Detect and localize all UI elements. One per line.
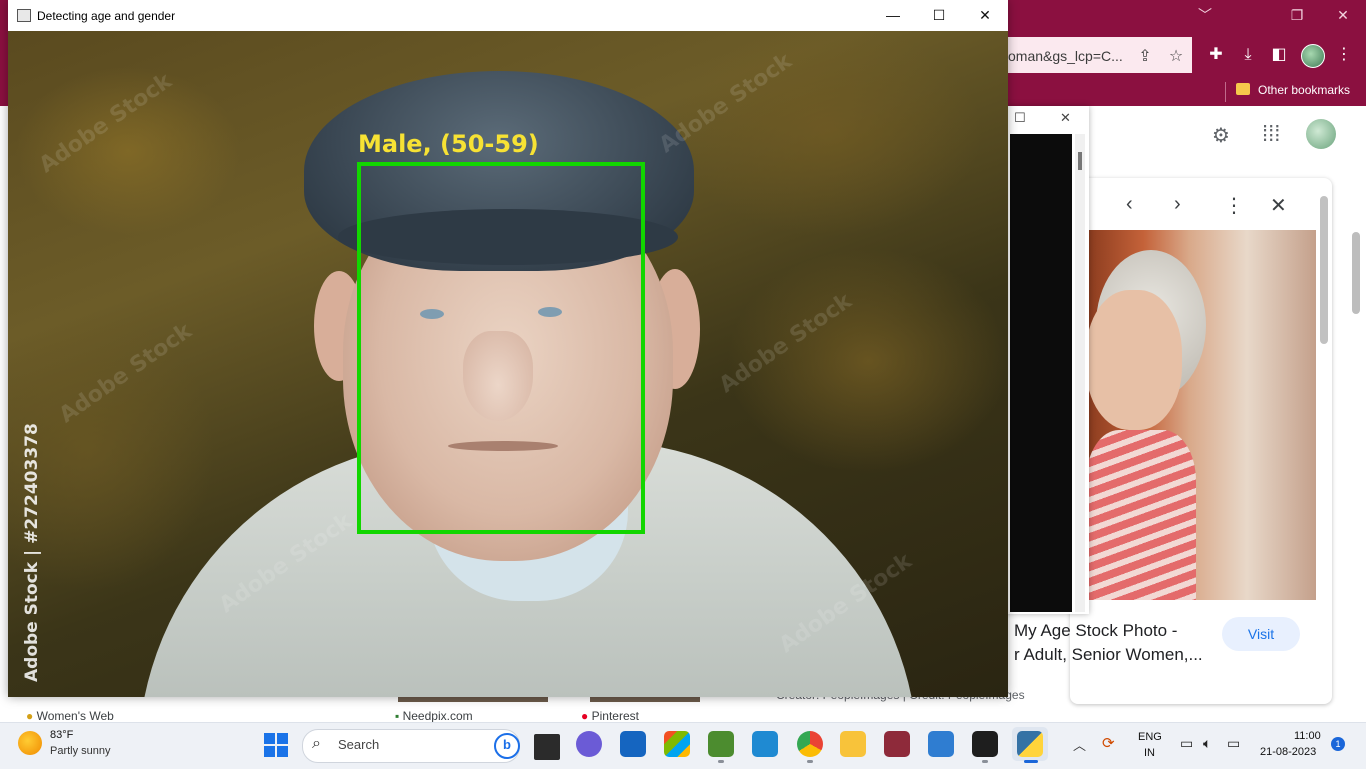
- winrar-icon[interactable]: [884, 731, 910, 757]
- teams-chat-icon[interactable]: [576, 731, 602, 757]
- result-source-label: Needpix.com: [402, 709, 473, 723]
- chrome-minimize-button[interactable]: ﹀: [1182, 0, 1228, 30]
- network-icon[interactable]: ▭: [1180, 735, 1193, 752]
- preview-image[interactable]: [1086, 230, 1316, 600]
- minimize-button[interactable]: —: [870, 0, 916, 31]
- pinterest-icon: ●: [581, 709, 592, 723]
- watermark: Adobe Stock: [54, 318, 197, 429]
- battery-icon[interactable]: ▭: [1227, 735, 1240, 752]
- chrome-restore-button[interactable]: ❐: [1274, 0, 1320, 30]
- result-source-womens-web[interactable]: ● Women's Web: [26, 709, 114, 723]
- google-account-avatar[interactable]: [1306, 119, 1336, 149]
- window-app-icon: [17, 9, 31, 22]
- vscode-icon[interactable]: [752, 731, 778, 757]
- console-output: [1010, 134, 1072, 612]
- task-manager-icon[interactable]: [708, 731, 734, 757]
- preview-title[interactable]: My Age Stock Photo - r Adult, Senior Wom…: [1014, 619, 1203, 667]
- preview-title-line1: My Age Stock Photo -: [1014, 621, 1178, 640]
- profile-avatar[interactable]: [1301, 44, 1325, 68]
- running-indicator: [718, 760, 724, 763]
- active-indicator: [1024, 760, 1038, 763]
- sync-icon[interactable]: ⟳: [1102, 734, 1115, 752]
- task-view-icon[interactable]: [531, 731, 563, 763]
- stock-id-watermark: Adobe Stock | #272403378: [22, 423, 42, 682]
- page-scrollbar-thumb[interactable]: [1352, 232, 1360, 314]
- clock-time[interactable]: 11:00: [1294, 730, 1321, 742]
- input-region[interactable]: IN: [1144, 747, 1155, 759]
- settings-gear-icon[interactable]: ⚙: [1212, 123, 1230, 148]
- share-icon[interactable]: ⇪: [1134, 46, 1156, 68]
- console-scrollbar[interactable]: [1075, 134, 1085, 612]
- taskbar-search[interactable]: [302, 729, 520, 763]
- weather-temperature[interactable]: 83°F: [50, 729, 73, 741]
- preview-title-line2: r Adult, Senior Women,...: [1014, 645, 1203, 664]
- result-source-label: Pinterest: [591, 709, 639, 723]
- address-bar-text: oman&gs_lcp=C...: [1008, 48, 1123, 64]
- chevron-left-icon[interactable]: ‹: [1126, 193, 1133, 216]
- extensions-icon[interactable]: ✚: [1205, 44, 1227, 66]
- running-indicator: [807, 760, 813, 763]
- search-icon: ⌕: [312, 735, 321, 752]
- panel-scrollbar-thumb[interactable]: [1320, 196, 1328, 344]
- pin-icon: ●: [26, 709, 37, 723]
- side-panel-icon[interactable]: ◧: [1268, 44, 1290, 66]
- watermark: Adobe Stock: [714, 288, 857, 399]
- running-indicator: [982, 760, 988, 763]
- apps-grid-icon[interactable]: ⁞⁞⁞: [1262, 121, 1280, 147]
- other-bookmarks[interactable]: Other bookmarks: [1258, 83, 1350, 97]
- bookmark-star-icon[interactable]: ☆: [1165, 46, 1187, 68]
- bing-icon[interactable]: b: [494, 733, 520, 759]
- console-scrollbar-thumb[interactable]: [1078, 152, 1082, 170]
- needpix-icon: ▪: [395, 709, 403, 723]
- close-icon[interactable]: ✕: [1270, 193, 1287, 218]
- visit-button[interactable]: Visit: [1222, 617, 1300, 651]
- chrome-menu-icon[interactable]: ⋮: [1333, 44, 1355, 66]
- windows-logo-tile: [277, 746, 288, 757]
- windows-logo-tile: [277, 733, 288, 744]
- weather-sun-icon[interactable]: [18, 731, 42, 755]
- face-detection-box: [357, 162, 645, 534]
- terminal-icon[interactable]: [972, 731, 998, 757]
- detection-label: Male, (50-59): [358, 130, 539, 158]
- result-source-pinterest[interactable]: ● Pinterest: [581, 709, 639, 723]
- chevron-right-icon[interactable]: ›: [1174, 193, 1181, 216]
- microsoft-store-icon[interactable]: [664, 731, 690, 757]
- console-close-button[interactable]: ✕: [1060, 110, 1071, 126]
- close-button[interactable]: ✕: [962, 0, 1008, 31]
- volume-icon[interactable]: 🔈︎: [1203, 735, 1211, 752]
- opencv-window-title: Detecting age and gender: [37, 9, 176, 23]
- weather-description[interactable]: Partly sunny: [50, 745, 111, 757]
- result-source-label: Women's Web: [36, 709, 114, 723]
- bookmarks-separator: [1225, 82, 1226, 102]
- notification-badge[interactable]: 1: [1331, 737, 1345, 751]
- chrome-close-button[interactable]: ✕: [1320, 0, 1366, 30]
- clock-date[interactable]: 21-08-2023: [1260, 746, 1316, 758]
- show-hidden-icons-chevron-up-icon[interactable]: ︿: [1073, 735, 1086, 754]
- file-explorer-icon[interactable]: [840, 731, 866, 757]
- maximize-button[interactable]: ☐: [916, 0, 962, 31]
- input-language[interactable]: ENG: [1138, 731, 1162, 743]
- more-options-icon[interactable]: ⋮: [1224, 193, 1244, 218]
- result-source-needpix[interactable]: ▪ Needpix.com: [395, 709, 473, 723]
- folder-icon: [1236, 83, 1250, 95]
- console-maximize-button[interactable]: ☐: [1014, 110, 1026, 126]
- windows-logo-icon: [264, 733, 275, 744]
- download-icon[interactable]: ⤓: [1237, 44, 1259, 66]
- start-button[interactable]: [264, 733, 288, 757]
- python-icon[interactable]: [1017, 731, 1043, 757]
- watermark: Adobe Stock: [34, 68, 177, 179]
- mail-icon[interactable]: [620, 731, 646, 757]
- windows-logo-tile: [264, 746, 275, 757]
- search-label: Search: [338, 737, 380, 752]
- chrome-icon[interactable]: [797, 731, 823, 757]
- photos-icon[interactable]: [928, 731, 954, 757]
